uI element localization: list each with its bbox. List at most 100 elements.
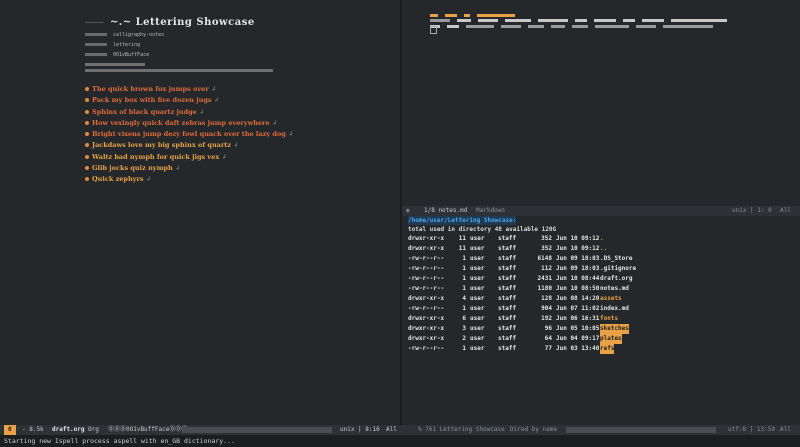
meta-key bbox=[85, 43, 107, 46]
dired-name[interactable]: .DS_Store bbox=[600, 254, 633, 264]
modeline-position: All bbox=[780, 207, 791, 214]
dired-row[interactable]: drwxr-xr-x 2 user staff 64 Jun 04 09:17plates bbox=[408, 334, 622, 344]
org-list-item-text: Glib jocks quiz nymph bbox=[92, 164, 173, 173]
bullet-icon bbox=[85, 166, 89, 171]
dired-user: user bbox=[470, 295, 485, 302]
meta-value: 0O1vBuffFace bbox=[113, 52, 150, 58]
dired-perm: drwxr-xr-x bbox=[408, 235, 445, 242]
text-line bbox=[430, 24, 720, 30]
dired-user: user bbox=[470, 255, 485, 262]
dired-row[interactable]: -rw-r--r-- 1 user staff 2431 Jun 10 08:44draf… bbox=[408, 274, 633, 284]
dired-row[interactable]: drwxr-xr-x 6 user staff 192 Jun 06 16:31fonts bbox=[408, 314, 618, 324]
dired-user: user bbox=[470, 335, 485, 342]
org-list-item-text: Bright vixens jump dozy fowl quack over … bbox=[92, 130, 286, 139]
dired-size: 64 bbox=[544, 335, 552, 342]
right-major-mode[interactable]: Dired by name bbox=[510, 425, 557, 435]
dired-n: 11 bbox=[458, 235, 466, 242]
dired-size: 96 bbox=[544, 325, 552, 332]
org-window[interactable]: ──── ~.~ Lettering Showcase calligraphy-n… bbox=[0, 0, 400, 425]
dired-window[interactable]: /home/user/Lettering Showcase: total use… bbox=[402, 216, 800, 425]
org-list-item-text: Jackdaws love my big sphinx of quartz bbox=[92, 141, 232, 150]
window-number-badge: 0 bbox=[4, 425, 16, 435]
upper-right-window[interactable] bbox=[402, 0, 800, 206]
dired-name[interactable]: .. bbox=[600, 244, 607, 254]
org-list-item: Bright vixens jump dozy fowl quack over … bbox=[85, 129, 385, 140]
bullet-icon bbox=[85, 109, 89, 114]
dired-row[interactable]: drwxr-xr-x 11 user staff 352 Jun 10 09:12.. bbox=[408, 244, 607, 254]
dired-perm: -rw-r--r-- bbox=[408, 285, 445, 292]
dired-group: staff bbox=[498, 245, 517, 252]
dired-name[interactable]: .gitignore bbox=[600, 264, 636, 274]
dired-name[interactable]: fonts bbox=[600, 314, 618, 324]
org-list-item: The quick brown fox jumps over ↲ bbox=[85, 84, 385, 95]
meta-row: 0O1vBuffFace bbox=[85, 51, 385, 60]
bullet-icon bbox=[85, 120, 89, 125]
dired-row[interactable]: -rw-r--r-- 1 user staff 904 Jun 07 11:02index… bbox=[408, 304, 629, 314]
dired-row[interactable]: drwxr-xr-x 4 user staff 128 Jun 08 14:20asset… bbox=[408, 294, 622, 304]
main-modeline[interactable]: 0 - 8.5k draft.org Org ⓪⓪⓪0O1vBuffFace⓪⓪… bbox=[0, 425, 800, 435]
dired-row[interactable]: -rw-r--r-- 1 user staff 112 Jun 09 18:03.giti… bbox=[408, 264, 636, 274]
dired-date: Jun 10 09:12 bbox=[556, 245, 600, 252]
right-buffer-name[interactable]: % 761 Lettering Showcase bbox=[418, 425, 505, 435]
dired-size: 904 bbox=[541, 305, 552, 312]
meta-row: lettering bbox=[85, 41, 385, 50]
dired-n: 4 bbox=[462, 295, 466, 302]
dired-name[interactable]: index.md bbox=[600, 304, 629, 314]
org-list-item-text: Sphinx of black quartz judge bbox=[92, 107, 197, 116]
dired-n: 3 bbox=[462, 325, 466, 332]
dired-user: user bbox=[470, 265, 485, 272]
dired-name[interactable]: assets bbox=[600, 294, 622, 304]
dired-name[interactable]: plates bbox=[600, 334, 622, 344]
dired-n: 2 bbox=[462, 335, 466, 342]
dired-name[interactable]: draft.org bbox=[600, 274, 633, 284]
org-list-item-text: Pack my box with five dozen jugs bbox=[92, 96, 212, 105]
dired-row[interactable]: -rw-r--r-- 1 user staff 1180 Jun 10 08:50note… bbox=[408, 284, 629, 294]
minor-modes[interactable]: ⓪⓪⓪0O1vBuffFace⓪⓪⓪ bbox=[108, 425, 187, 435]
dired-row[interactable]: drwxr-xr-x 11 user staff 352 Jun 10 09:12. bbox=[408, 234, 604, 244]
org-document: ──── ~.~ Lettering Showcase calligraphy-n… bbox=[85, 16, 385, 186]
dired-n: 1 bbox=[462, 345, 466, 352]
dired-name[interactable]: sketches bbox=[600, 324, 629, 334]
dired-row[interactable]: -rw-r--r-- 1 user staff 6148 Jun 09 18:03.DS_… bbox=[408, 254, 633, 264]
dired-size: 2431 bbox=[537, 275, 552, 282]
major-mode[interactable]: Org bbox=[88, 425, 99, 435]
dired-name[interactable]: . bbox=[600, 234, 604, 244]
org-list-item: Jackdaws love my big sphinx of quartz ↲ bbox=[85, 140, 385, 151]
org-list-item: How vexingly quick daft zebras jump ever… bbox=[85, 118, 385, 129]
dired-name[interactable]: notes.md bbox=[600, 284, 629, 294]
dired-user: user bbox=[470, 305, 485, 312]
dired-row[interactable]: drwxr-xr-x 3 user staff 96 Jun 05 10:05sketch… bbox=[408, 324, 629, 334]
dired-group: staff bbox=[498, 235, 517, 242]
dired-n: 1 bbox=[462, 285, 466, 292]
dired-n: 1 bbox=[462, 255, 466, 262]
dired-perm: drwxr-xr-x bbox=[408, 245, 445, 252]
text-cursor bbox=[430, 26, 437, 34]
dired-perm: drwxr-xr-x bbox=[408, 315, 445, 322]
dired-n: 1 bbox=[462, 275, 466, 282]
dired-group: staff bbox=[498, 335, 517, 342]
meta-key bbox=[85, 53, 107, 56]
dired-name[interactable]: refs bbox=[600, 344, 615, 354]
meta-divider bbox=[85, 63, 145, 66]
folded-arrow-icon: ↲ bbox=[174, 164, 181, 173]
folded-arrow-icon: ↲ bbox=[271, 118, 278, 127]
org-list-item: Sphinx of black quartz judge ↲ bbox=[85, 107, 385, 118]
org-title-text: ~.~ Lettering Showcase bbox=[109, 17, 255, 28]
dired-date: Jun 09 18:03 bbox=[556, 255, 600, 262]
meta-value: lettering bbox=[113, 42, 141, 48]
folded-arrow-icon: ↲ bbox=[198, 107, 205, 116]
dired-perm: -rw-r--r-- bbox=[408, 265, 445, 272]
bullet-icon bbox=[85, 154, 89, 159]
dired-row[interactable]: -rw-r--r-- 1 user staff 77 Jun 03 13:40refs bbox=[408, 344, 615, 354]
dired-date: Jun 10 08:50 bbox=[556, 285, 600, 292]
dired-user: user bbox=[470, 275, 485, 282]
dired-user: user bbox=[470, 245, 485, 252]
upper-right-modeline[interactable]: ◉ 1/8 notes.md Markdown unix | 1: 0 All bbox=[402, 206, 800, 216]
buffer-name[interactable]: draft.org bbox=[52, 425, 85, 435]
dired-user: user bbox=[470, 315, 485, 322]
folded-arrow-icon: ↲ bbox=[210, 85, 217, 93]
dired-perm: drwxr-xr-x bbox=[408, 325, 445, 332]
folded-arrow-icon: ↲ bbox=[287, 130, 294, 139]
dired-size: 1180 bbox=[537, 285, 552, 292]
right-encoding-position: utf-8 | 13:59 bbox=[728, 426, 775, 433]
